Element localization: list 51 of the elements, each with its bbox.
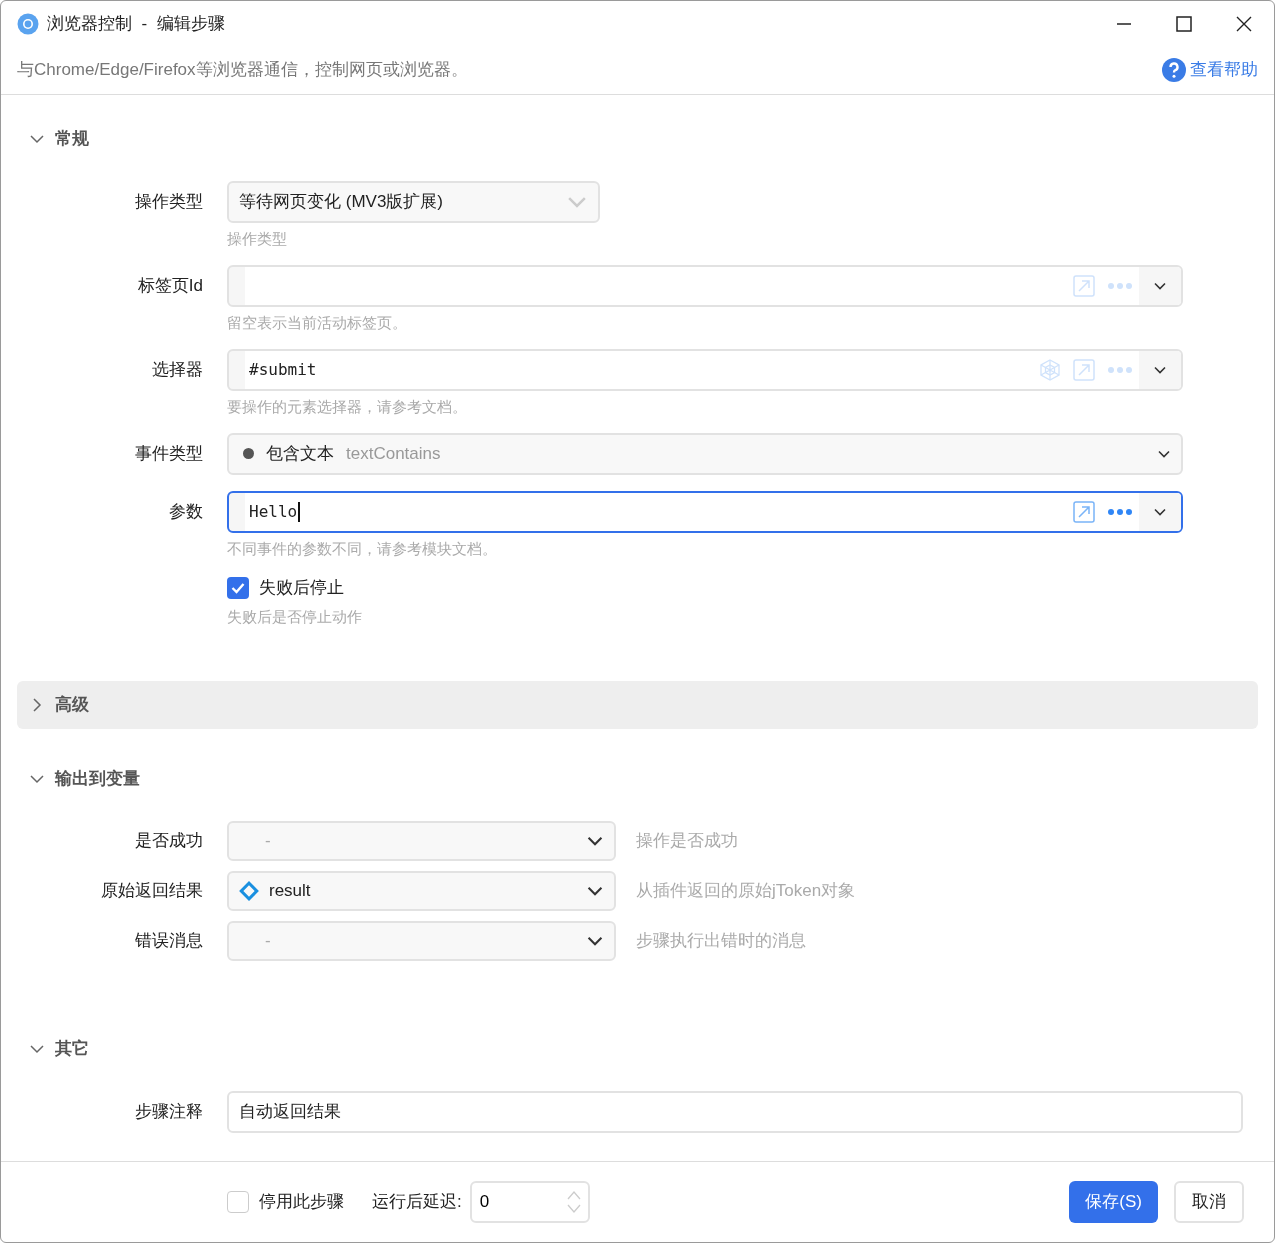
checkbox[interactable] <box>227 576 249 599</box>
expression-field[interactable]: Hello <box>227 490 1183 533</box>
variable-select[interactable]: result <box>227 870 616 911</box>
field-hint: 操作是否成功 <box>636 830 738 853</box>
field-label: 错误消息 <box>134 929 203 952</box>
checkbox-label: 停用此步骤 <box>259 1191 344 1214</box>
operation-type-select[interactable]: 等待网页变化 (MV3版扩展) <box>227 180 600 223</box>
event-type-select[interactable]: 包含文本 textContains <box>227 432 1183 475</box>
cancel-button[interactable]: 取消 <box>1174 1180 1244 1223</box>
checkbox-label: 失败后停止 <box>259 577 344 600</box>
field-label: 事件类型 <box>134 442 203 465</box>
text-field[interactable]: 自动返回结果 <box>227 1090 1243 1133</box>
more-dots-icon[interactable] <box>1107 507 1133 516</box>
field-hint: 要操作的元素选择器，请参考文档。 <box>227 396 468 417</box>
maximize-icon <box>1176 15 1192 32</box>
help-icon <box>1162 57 1186 82</box>
expression-field[interactable]: #submit <box>227 348 1183 391</box>
field-label: 参数 <box>168 500 203 523</box>
section-header[interactable]: 输出到变量 <box>17 754 1258 803</box>
delay-number-field[interactable]: 0 <box>469 1180 590 1223</box>
minimize-icon <box>1116 22 1132 25</box>
field-hint: 步骤执行出错时的消息 <box>636 930 806 953</box>
section-header[interactable]: 其它 <box>17 1024 1258 1073</box>
diamond-icon <box>239 880 259 901</box>
web-target-icon[interactable] <box>1039 358 1061 381</box>
field-hint: 失败后是否停止动作 <box>227 606 363 627</box>
save-button[interactable]: 保存(S) <box>1069 1180 1158 1223</box>
field-hint: 从插件返回的原始jToken对象 <box>636 880 856 903</box>
field-label: 步骤注释 <box>134 1100 203 1123</box>
field-hint: 不同事件的参数不同，请参考模块文档。 <box>227 538 498 559</box>
field-label: 操作类型 <box>134 190 203 213</box>
section-header[interactable]: 高级 <box>17 680 1258 729</box>
field-hint: 留空表示当前活动标签页。 <box>227 312 408 333</box>
field-label: 标签页Id <box>136 274 203 297</box>
window-title: 浏览器控制 - 编辑步骤 <box>47 13 226 35</box>
check-icon <box>231 581 245 594</box>
description-text: 与Chrome/Edge/Firefox等浏览器通信，控制网页或浏览器。 <box>17 59 468 82</box>
checkbox[interactable] <box>227 1190 249 1213</box>
field-hint: 操作类型 <box>227 228 288 249</box>
expression-field[interactable] <box>227 264 1183 307</box>
field-label: 是否成功 <box>134 829 203 852</box>
more-dots-icon[interactable] <box>1107 281 1133 290</box>
help-link[interactable]: 查看帮助 <box>1162 57 1258 82</box>
browser-logo-icon <box>17 12 39 35</box>
section-header[interactable]: 常规 <box>17 114 1258 163</box>
more-dots-icon[interactable] <box>1107 365 1133 374</box>
field-label: 选择器 <box>151 358 203 381</box>
delay-label: 运行后延迟: <box>372 1191 462 1214</box>
close-icon <box>1236 15 1252 32</box>
status-dot-icon <box>243 448 254 460</box>
field-label: 原始返回结果 <box>100 879 203 902</box>
